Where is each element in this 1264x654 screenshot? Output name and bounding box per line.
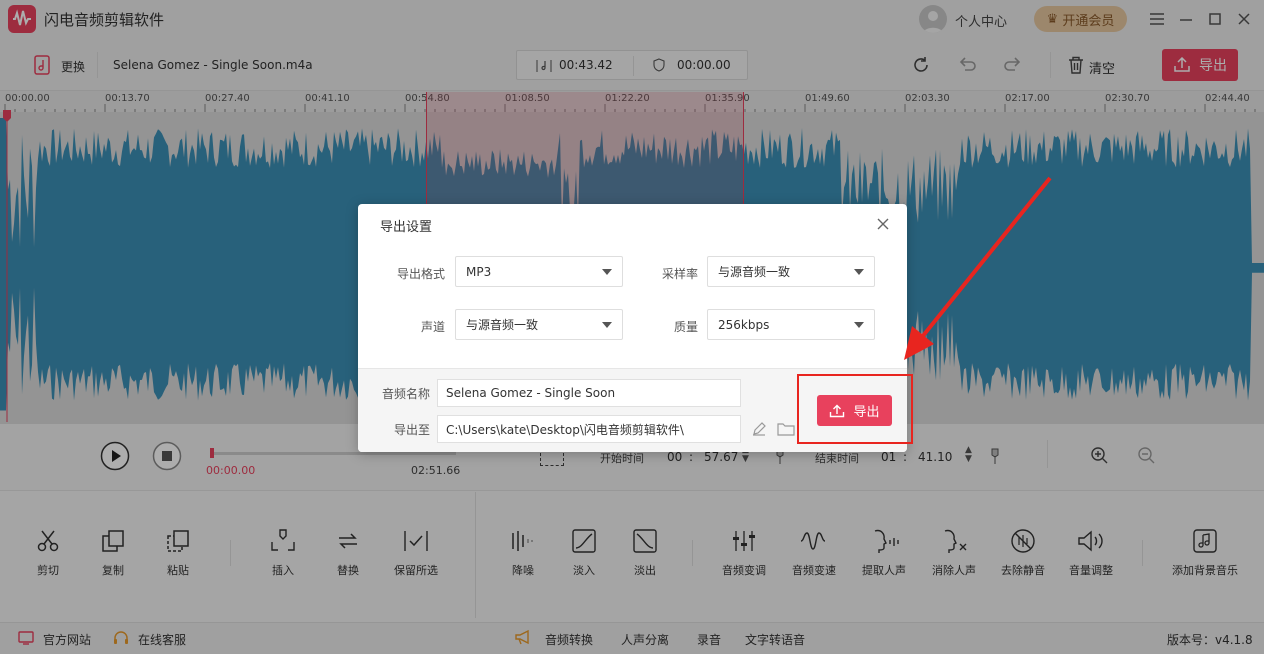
dialog-title: 导出设置 — [380, 220, 433, 235]
dialog-close-icon[interactable] — [877, 218, 889, 230]
folder-icon[interactable] — [777, 422, 795, 436]
chevron-down-icon — [854, 321, 864, 328]
export-path-input[interactable]: C:\Users\kate\Desktop\闪电音频剪辑软件\ — [437, 415, 741, 443]
edit-path-icon[interactable] — [752, 422, 766, 436]
channel-label: 声道 — [420, 320, 445, 334]
sample-rate-select[interactable]: 与源音频一致 — [707, 256, 875, 287]
chevron-down-icon — [854, 268, 864, 275]
audio-name-input[interactable]: Selena Gomez - Single Soon — [437, 379, 741, 407]
annotation-highlight-box — [797, 374, 913, 444]
format-label: 导出格式 — [396, 267, 445, 281]
annotation-arrow — [904, 176, 1052, 360]
channel-select[interactable]: 与源音频一致 — [455, 309, 623, 340]
format-select[interactable]: MP3 — [455, 256, 623, 287]
quality-select[interactable]: 256kbps — [707, 309, 875, 340]
chevron-down-icon — [602, 321, 612, 328]
audio-name-label: 音频名称 — [381, 387, 430, 401]
export-path-label: 导出至 — [393, 423, 430, 437]
chevron-down-icon — [602, 268, 612, 275]
sample-rate-label: 采样率 — [661, 267, 698, 281]
quality-label: 质量 — [673, 320, 698, 334]
